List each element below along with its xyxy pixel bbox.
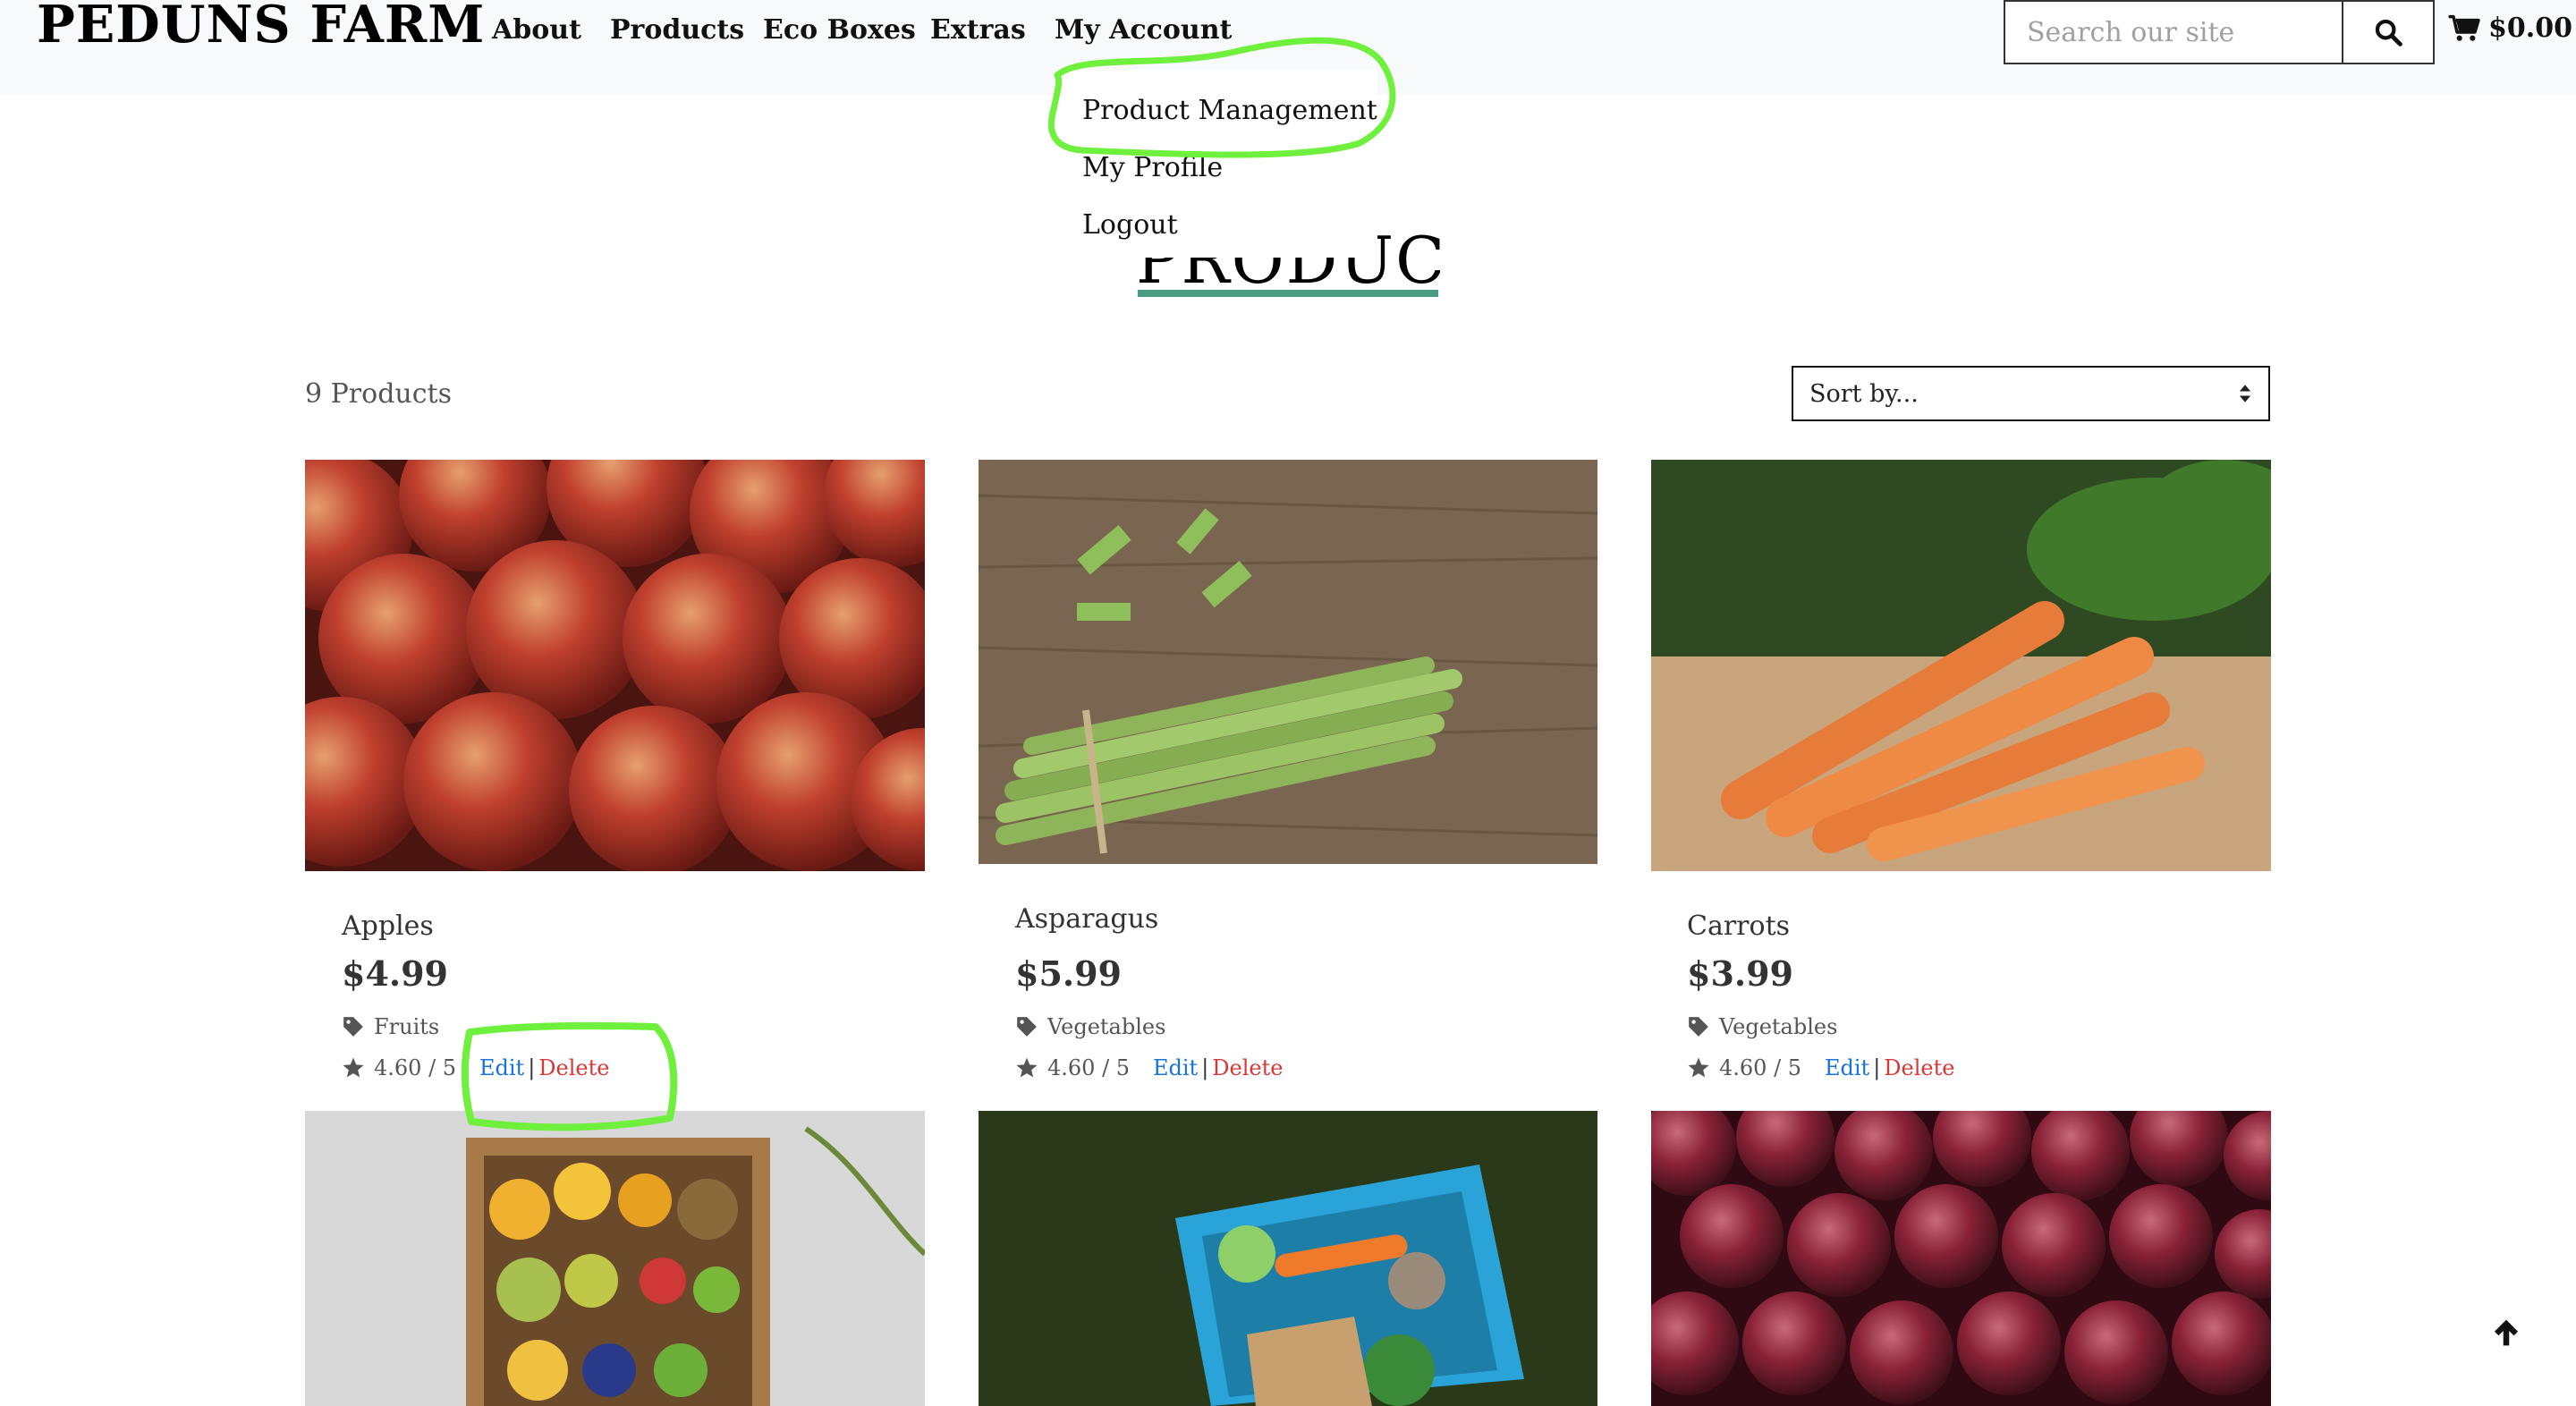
product-category[interactable]: Vegetables	[1015, 1014, 1165, 1039]
search-input[interactable]	[2005, 2, 2342, 63]
delete-link[interactable]: Delete	[1884, 1055, 1954, 1080]
product-rating: 4.60 / 5	[1015, 1055, 1130, 1080]
account-dropdown-menu: Product Management My Profile Logout	[1055, 70, 1377, 258]
star-icon	[1016, 1057, 1038, 1078]
product-category[interactable]: Vegetables	[1687, 1014, 1837, 1039]
edit-link[interactable]: Edit	[479, 1055, 524, 1080]
nav-extras[interactable]: Extras	[930, 14, 1026, 46]
rating-value: 4.60 / 5	[1047, 1055, 1131, 1080]
product-actions: Edit | Delete	[1825, 1055, 1955, 1080]
site-logo[interactable]: PEDUNS FARM	[37, 0, 485, 55]
product-actions: Edit | Delete	[479, 1055, 610, 1080]
star-icon	[1688, 1057, 1709, 1078]
product-name[interactable]: Apples	[342, 911, 434, 942]
product-image-plums[interactable]	[1651, 1111, 2271, 1406]
cart-total: $0.00	[2488, 13, 2572, 44]
sort-select[interactable]: Sort by...	[1792, 366, 2270, 421]
select-arrows-icon	[2239, 385, 2251, 402]
edit-link[interactable]: Edit	[1153, 1055, 1198, 1080]
star-icon	[343, 1057, 364, 1078]
product-category[interactable]: Fruits	[342, 1014, 439, 1039]
product-image-veggie-box[interactable]	[979, 1111, 1597, 1406]
nav-products[interactable]: Products	[610, 14, 744, 46]
edit-link[interactable]: Edit	[1825, 1055, 1869, 1080]
sort-select-value: Sort by...	[1809, 379, 1919, 408]
search-box	[2004, 0, 2343, 64]
product-count: 9 Products	[305, 378, 452, 410]
product-price: $4.99	[342, 953, 448, 994]
menu-item-my-profile[interactable]: My Profile	[1082, 152, 1223, 183]
category-label: Fruits	[374, 1014, 440, 1039]
product-price: $3.99	[1687, 953, 1793, 994]
category-label: Vegetables	[1047, 1014, 1166, 1039]
search-button[interactable]	[2343, 0, 2435, 64]
tag-icon	[1689, 1017, 1708, 1037]
cart-button[interactable]: $0.00	[2447, 13, 2572, 44]
nav-about[interactable]: About	[492, 14, 581, 46]
product-rating: 4.60 / 5	[342, 1055, 456, 1080]
tag-icon	[343, 1017, 363, 1037]
product-price: $5.99	[1015, 953, 1122, 994]
rating-value: 4.60 / 5	[1719, 1055, 1802, 1080]
product-image-asparagus[interactable]	[979, 460, 1597, 864]
menu-item-product-management[interactable]: Product Management	[1082, 95, 1377, 126]
delete-link[interactable]: Delete	[1212, 1055, 1283, 1080]
title-underline	[1138, 290, 1438, 297]
product-image-fruit-box[interactable]	[305, 1111, 925, 1406]
nav-eco-boxes[interactable]: Eco Boxes	[763, 14, 916, 46]
cart-icon	[2448, 14, 2480, 41]
product-name[interactable]: Asparagus	[1015, 903, 1158, 935]
tag-icon	[1017, 1017, 1037, 1037]
arrow-up-icon	[2494, 1319, 2519, 1346]
back-to-top-button[interactable]	[2487, 1313, 2526, 1352]
search-icon	[2375, 19, 2402, 47]
product-image-apples[interactable]	[305, 460, 925, 871]
rating-value: 4.60 / 5	[374, 1055, 457, 1080]
nav-my-account[interactable]: My Account	[1055, 14, 1232, 46]
product-name[interactable]: Carrots	[1687, 911, 1790, 942]
product-image-carrots[interactable]	[1651, 460, 2271, 871]
product-rating: 4.60 / 5	[1687, 1055, 1801, 1080]
category-label: Vegetables	[1719, 1014, 1838, 1039]
product-actions: Edit | Delete	[1153, 1055, 1284, 1080]
delete-link[interactable]: Delete	[538, 1055, 609, 1080]
menu-item-logout[interactable]: Logout	[1082, 209, 1178, 241]
